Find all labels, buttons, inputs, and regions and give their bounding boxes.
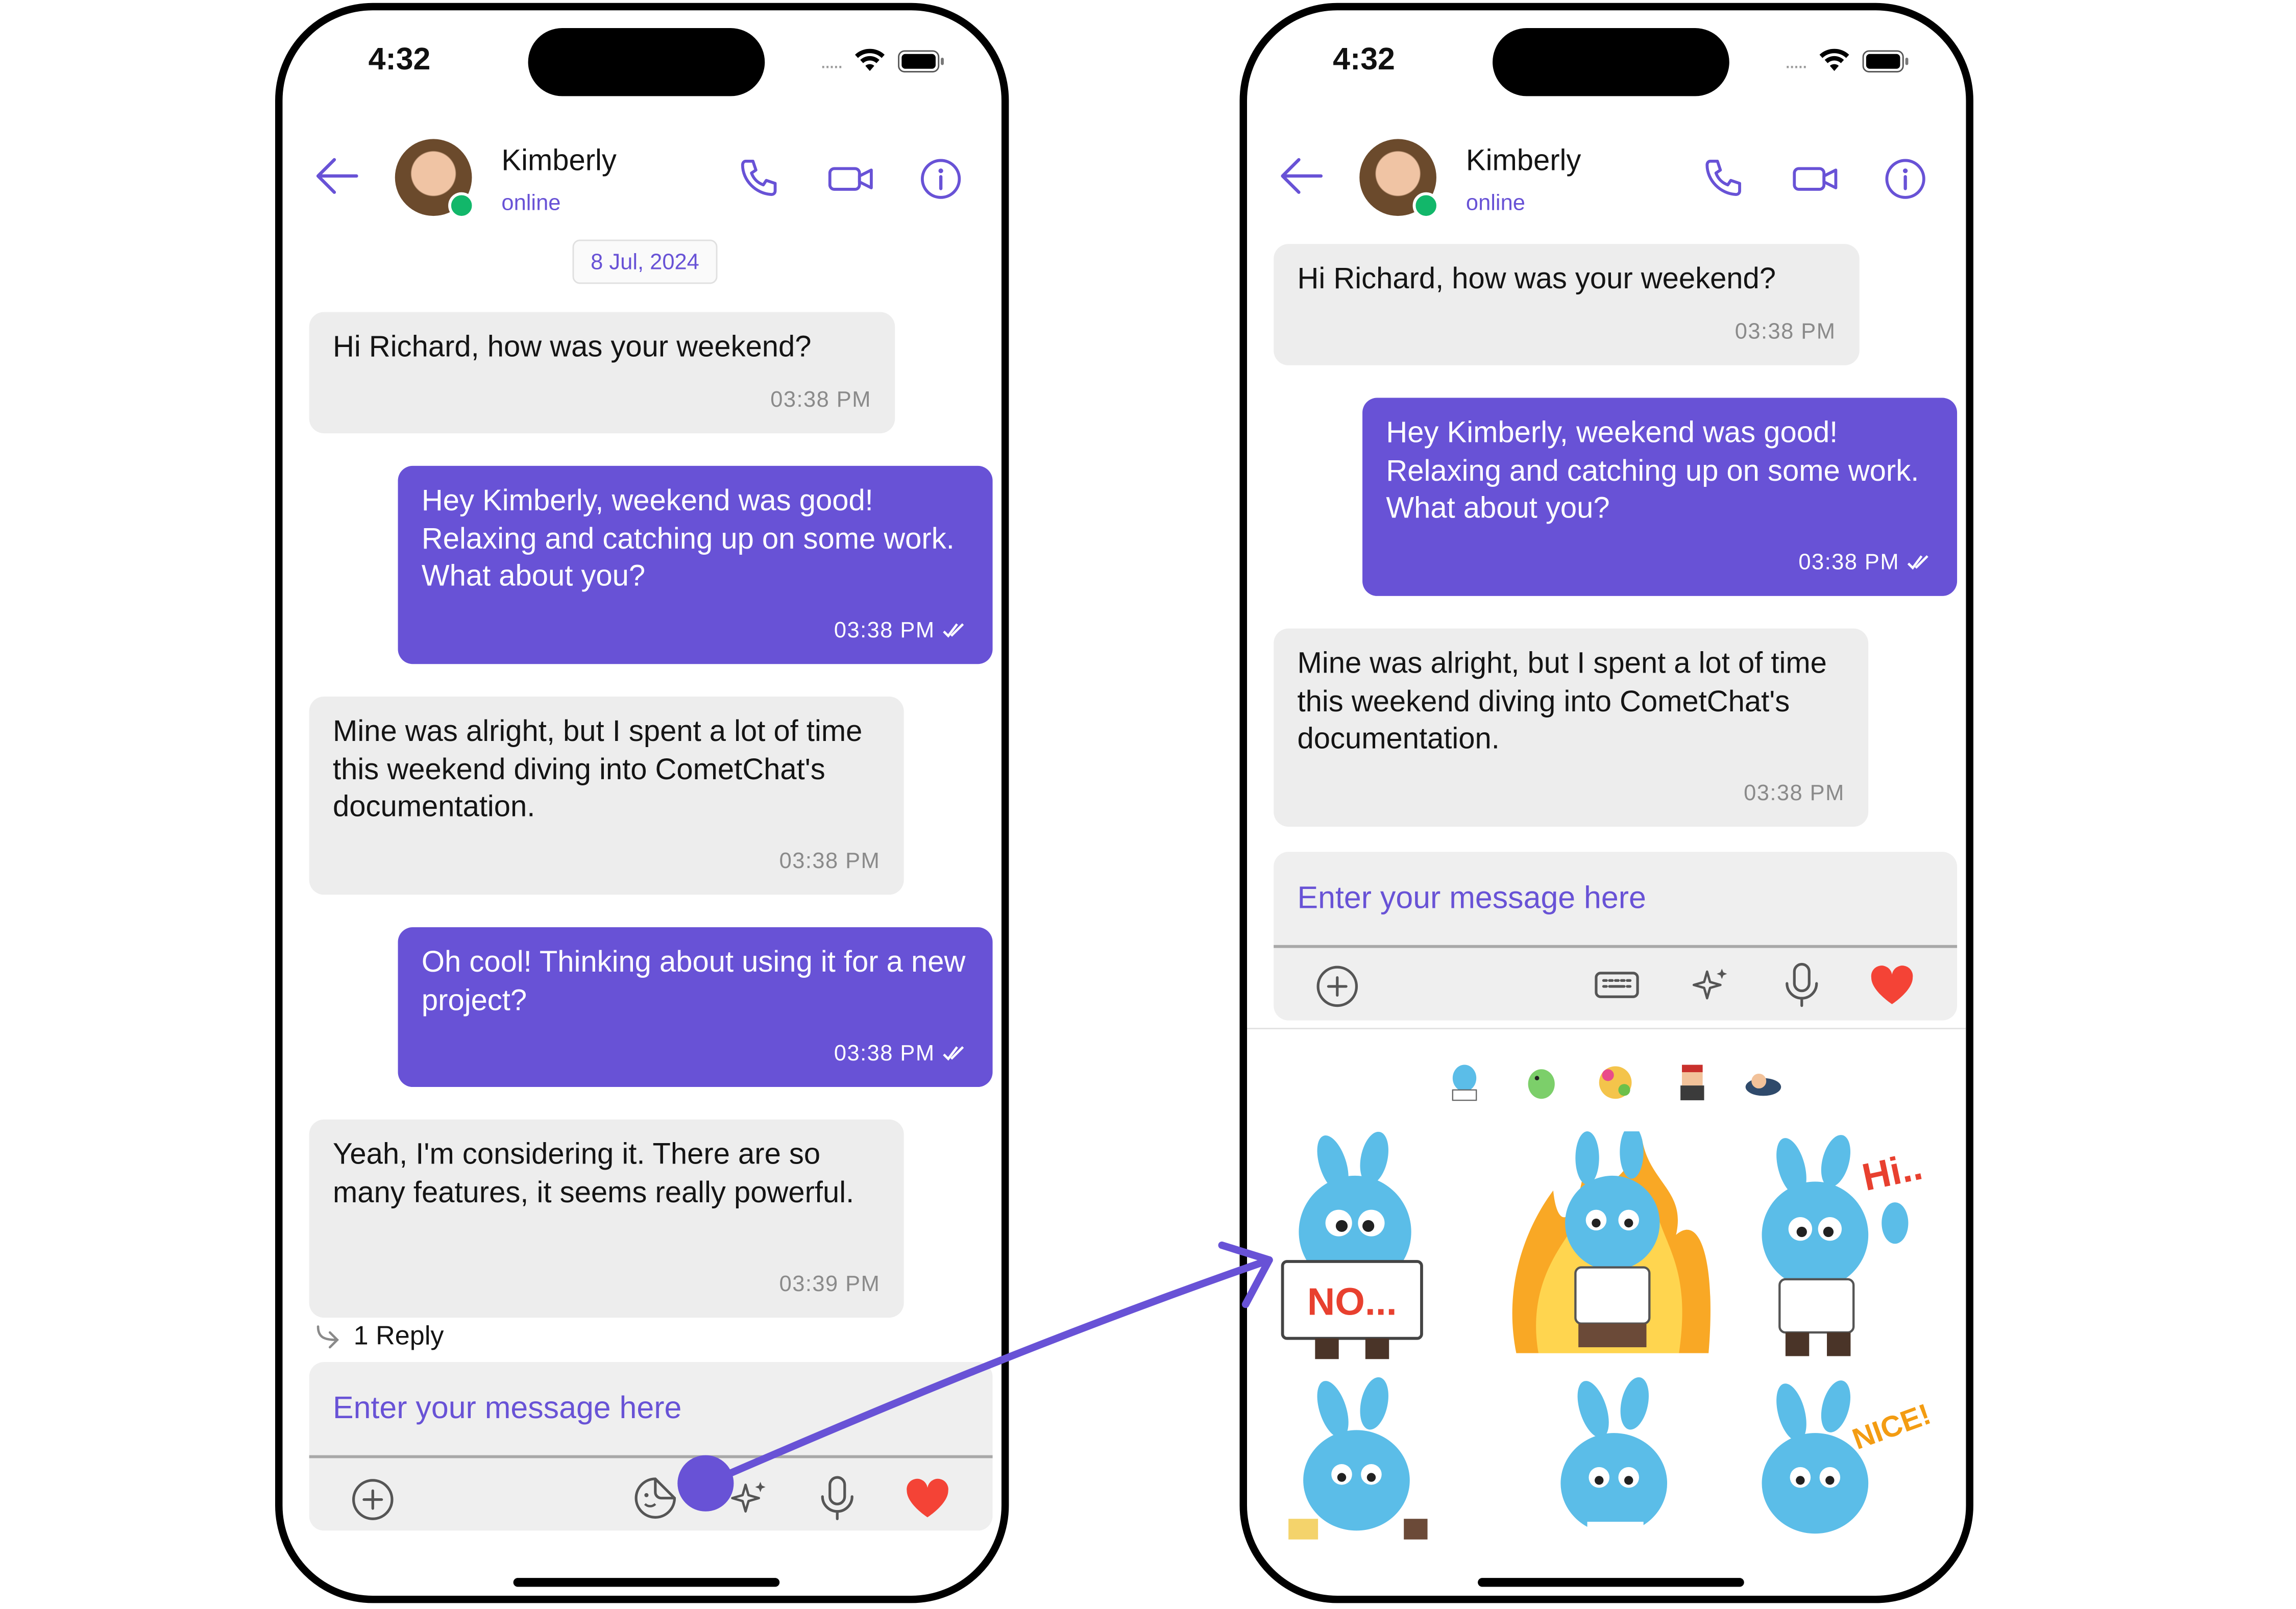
tap-indicator xyxy=(677,1455,734,1512)
transition-arrow-icon xyxy=(703,1241,1273,1487)
screenshot-root: 4:32 ..... Kimberly online 8 Jul, 2024 H… xyxy=(0,0,2296,1609)
